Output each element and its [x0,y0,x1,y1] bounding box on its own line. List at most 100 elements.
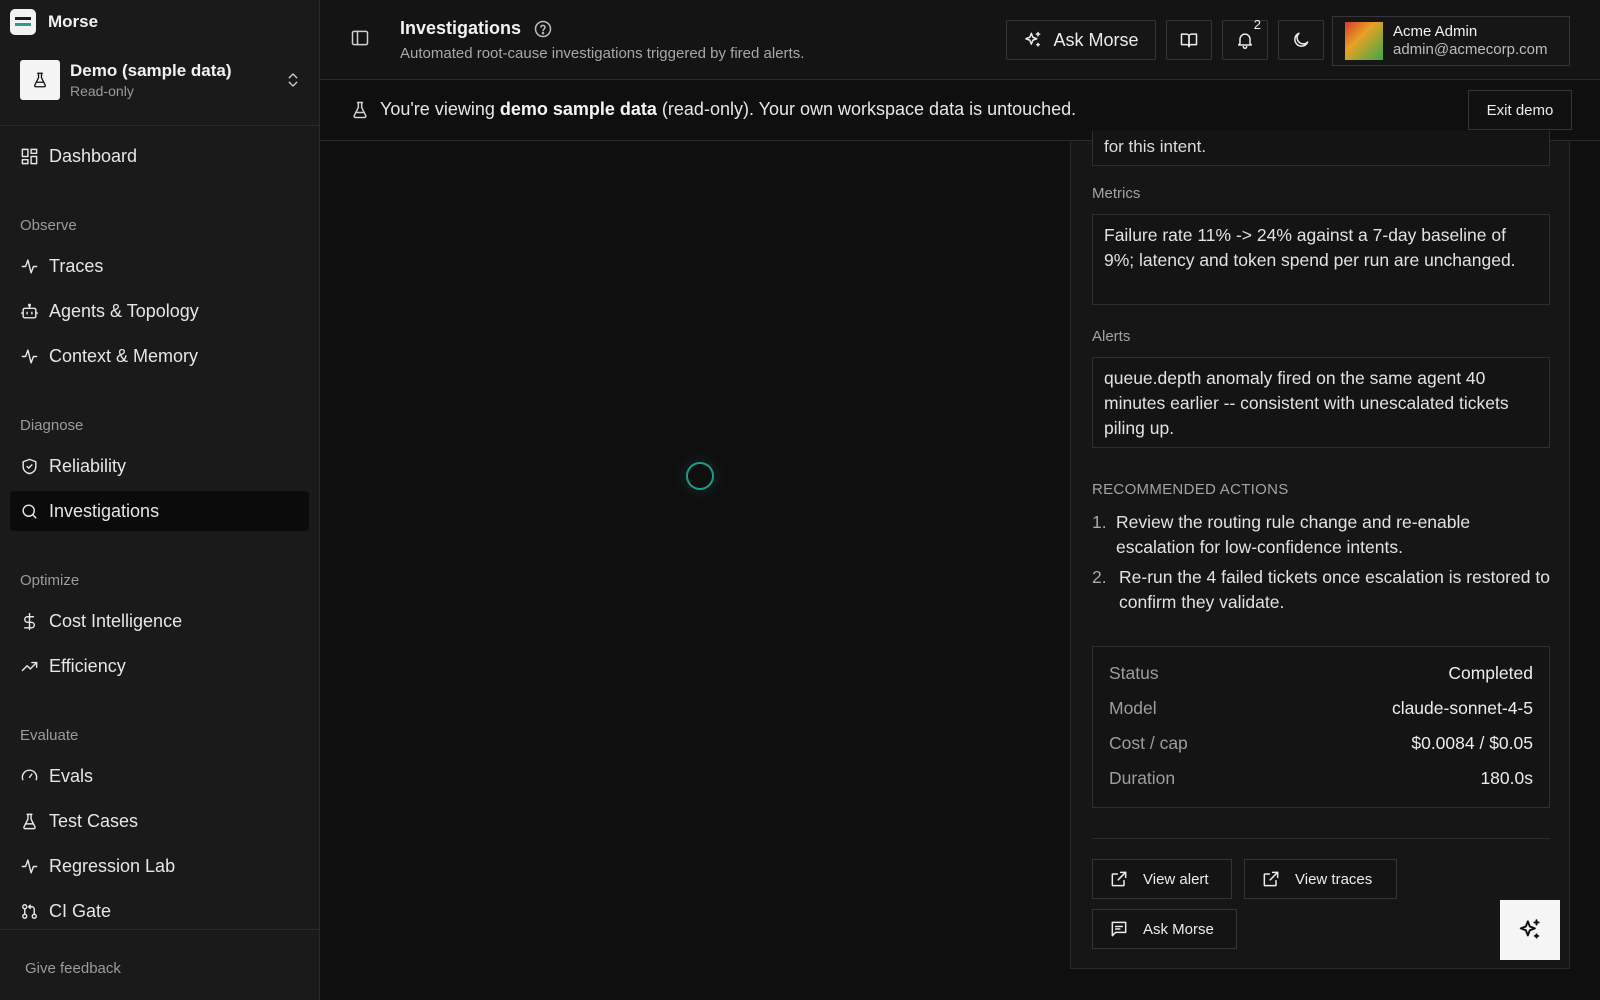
ask-morse-button[interactable]: Ask Morse [1006,20,1156,60]
flask-icon [20,812,39,831]
bot-icon [20,302,39,321]
ask-morse-detail-label: Ask Morse [1143,920,1214,938]
top-header: Investigations Automated root-cause inve… [320,0,1600,80]
sidebar: Morse Demo (sample data) Read-only Dashb… [0,0,320,1000]
app-name: Morse [48,12,99,31]
action-number: 2. [1092,567,1107,587]
banner-bold: demo sample data [499,99,657,119]
sparkles-icon [1517,917,1543,943]
moon-icon [1291,30,1311,50]
activity-icon [20,257,39,276]
notification-count: 2 [1253,17,1261,32]
summary-text: for this intent. [1104,137,1207,156]
sidebar-item-regression[interactable]: Regression Lab [10,846,309,886]
flask-icon [350,100,370,120]
investigations-main [320,141,1070,1000]
git-pull-request-icon [20,902,39,921]
sparkles-icon [1023,30,1043,50]
floating-ask-morse-button[interactable] [1500,900,1560,960]
cost-value: $0.0084 / $0.05 [1411,733,1533,753]
avatar [1345,22,1383,60]
metrics-card: Failure rate 11% -> 24% against a 7-day … [1092,214,1550,305]
sidebar-item-dashboard[interactable]: Dashboard [10,136,309,176]
sidebar-item-label: Traces [49,255,104,276]
banner-suffix: (read-only). Your own workspace data is … [656,99,1077,119]
sidebar-item-test-cases[interactable]: Test Cases [10,801,309,841]
workspace-switcher[interactable]: Demo (sample data) Read-only [20,58,302,102]
alerts-card: queue.depth anomaly fired on the same ag… [1092,357,1550,448]
search-icon [20,502,39,521]
external-link-icon [1109,869,1129,889]
sidebar-item-label: Regression Lab [49,855,176,876]
meta-row-status: Status Completed [1109,663,1533,698]
ask-morse-detail-button[interactable]: Ask Morse [1092,909,1237,949]
alerts-label: Alerts [1092,328,1131,345]
theme-toggle-button[interactable] [1278,20,1324,60]
give-feedback-link[interactable]: Give feedback [25,960,121,977]
external-link-icon [1261,869,1281,889]
sidebar-divider [0,929,319,930]
sidebar-item-evals[interactable]: Evals [10,756,309,796]
user-menu[interactable]: Acme Admin admin@acmecorp.com [1332,16,1570,66]
view-alert-button[interactable]: View alert [1092,859,1232,899]
section-diagnose: Diagnose [20,417,84,434]
sidebar-item-label: CI Gate [49,900,112,921]
sidebar-item-efficiency[interactable]: Efficiency [10,646,309,686]
action-text: Re-run the 4 failed tickets once escalat… [1119,567,1550,612]
summary-card: for this intent. [1092,131,1550,166]
metrics-label: Metrics [1092,185,1141,202]
workspace-mode: Read-only [70,83,134,99]
gauge-icon [20,767,39,786]
exit-demo-button[interactable]: Exit demo [1468,90,1572,130]
sidebar-item-label: Context & Memory [49,345,199,366]
list-item: 2. Re-run the 4 failed tickets once esca… [1092,565,1550,615]
sidebar-item-label: Investigations [49,500,160,521]
sidebar-item-cost[interactable]: Cost Intelligence [10,601,309,641]
dollar-icon [20,612,39,631]
activity-icon [20,857,39,876]
sidebar-item-label: Reliability [49,455,127,476]
dashboard-icon [20,147,39,166]
sidebar-toggle-icon[interactable] [350,28,370,48]
chevron-up-down-icon[interactable] [284,71,302,89]
section-evaluate: Evaluate [20,727,79,744]
sidebar-divider [0,125,319,126]
recommended-actions-heading: RECOMMENDED ACTIONS [1092,481,1289,498]
workspace-name: Demo (sample data) [70,61,232,80]
docs-button[interactable] [1166,20,1212,60]
help-circle-icon[interactable] [533,19,553,39]
investigation-detail-panel: for this intent. Metrics Failure rate 11… [1070,131,1570,969]
view-traces-button[interactable]: View traces [1244,859,1397,899]
banner-prefix: You're viewing [380,99,500,119]
notifications-button[interactable]: 2 [1222,17,1268,60]
sidebar-item-reliability[interactable]: Reliability [10,446,309,486]
trending-up-icon [20,657,39,676]
sidebar-item-label: Dashboard [49,145,138,166]
meta-row-model: Model claude-sonnet-4-5 [1109,698,1533,733]
activity-icon [20,347,39,366]
sidebar-item-label: Evals [49,765,94,786]
view-traces-label: View traces [1295,870,1373,888]
sidebar-item-context[interactable]: Context & Memory [10,336,309,376]
brand[interactable]: Morse [10,9,99,35]
ask-morse-label: Ask Morse [1053,29,1139,50]
user-name: Acme Admin [1393,23,1478,40]
meta-key: Model [1109,698,1157,718]
sidebar-item-traces[interactable]: Traces [10,246,309,286]
sidebar-item-investigations[interactable]: Investigations [10,491,309,531]
sidebar-item-ci-gate[interactable]: CI Gate [10,891,309,931]
sidebar-item-agents[interactable]: Agents & Topology [10,291,309,331]
meta-key: Duration [1109,768,1176,788]
morse-logo-icon [10,9,36,35]
action-text: Review the routing rule change and re-en… [1116,512,1471,557]
bell-icon [1235,30,1255,50]
meta-key: Cost / cap [1109,733,1188,753]
demo-banner-text: You're viewing demo sample data (read-on… [380,99,1076,120]
page-title: Investigations [400,18,553,39]
user-email: admin@acmecorp.com [1393,41,1548,58]
sidebar-item-label: Efficiency [49,655,126,676]
book-open-icon [1179,30,1199,50]
model-value: claude-sonnet-4-5 [1391,698,1533,718]
sidebar-item-label: Agents & Topology [49,300,199,321]
detail-divider [1092,838,1550,839]
